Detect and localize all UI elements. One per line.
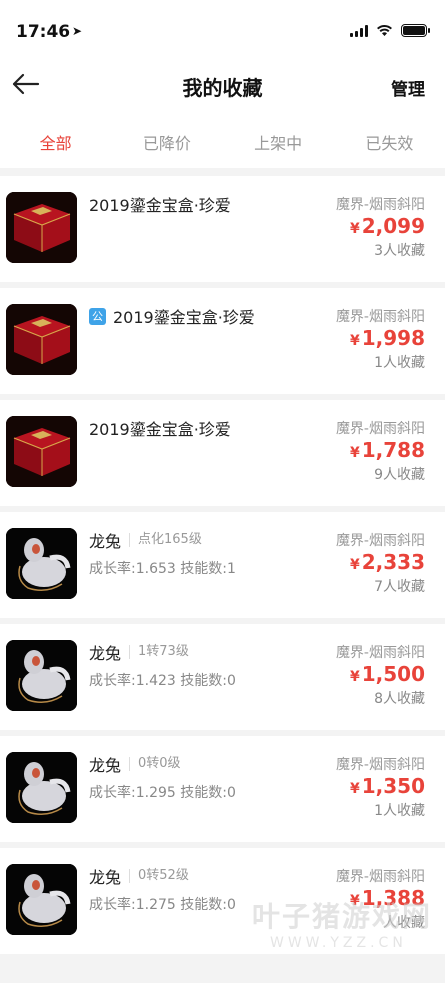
item-name: 2019鎏金宝盒·珍爱 [89, 196, 231, 215]
favorite-item[interactable]: 龙兔 点化165级 成长率:1.653 技能数:1 魔界-烟雨斜阳 ¥2,333… [0, 512, 445, 618]
price-value: 1,350 [361, 774, 425, 798]
currency-symbol: ¥ [349, 445, 360, 461]
favorite-item[interactable]: 公 2019鎏金宝盒·珍爱 魔界-烟雨斜阳 ¥1,998 1人收藏 [0, 288, 445, 394]
favorite-count: 8人收藏 [374, 691, 425, 707]
pet-image [6, 528, 77, 599]
treasure-box-image [6, 192, 77, 263]
favorite-count: 7人收藏 [374, 579, 425, 595]
item-title-row: 龙兔 点化165级 [89, 528, 202, 552]
treasure-box-image [6, 304, 77, 375]
status-indicators [350, 24, 430, 37]
item-attributes: 成长率:1.295 技能数:0 [89, 785, 236, 801]
item-level: 0转52级 [129, 869, 189, 883]
currency-symbol: ¥ [349, 669, 360, 685]
item-title-row: 龙兔 0转52级 [89, 864, 189, 888]
favorite-item[interactable]: 龙兔 0转0级 成长率:1.295 技能数:0 魔界-烟雨斜阳 ¥1,350 1… [0, 736, 445, 842]
currency-symbol: ¥ [349, 557, 360, 573]
item-server: 魔界-烟雨斜阳 [335, 869, 425, 885]
pet-image [6, 640, 77, 711]
price-value: 1,998 [361, 326, 425, 350]
favorite-item[interactable]: 龙兔 1转73级 成长率:1.423 技能数:0 魔界-烟雨斜阳 ¥1,500 … [0, 624, 445, 730]
currency-symbol: ¥ [349, 221, 360, 237]
item-server: 魔界-烟雨斜阳 [335, 309, 425, 325]
item-price: ¥1,500 [350, 662, 425, 686]
item-server: 魔界-烟雨斜阳 [335, 645, 425, 661]
item-name: 龙兔 [89, 532, 122, 551]
item-level: 0转0级 [129, 757, 181, 771]
favorite-count: 1人收藏 [374, 355, 425, 371]
item-level: 点化165级 [129, 533, 202, 547]
favorite-count: 3人收藏 [374, 243, 425, 259]
site-watermark: 叶子猪游戏网 WWW.YZZ.CN [252, 900, 433, 951]
price-value: 2,333 [361, 550, 425, 574]
price-value: 2,099 [361, 214, 425, 238]
price-value: 1,788 [361, 438, 425, 462]
pet-image [6, 864, 77, 935]
location-arrow-icon: ➤ [72, 24, 83, 38]
item-name: 龙兔 [89, 756, 122, 775]
item-name: 龙兔 [89, 644, 122, 663]
item-server: 魔界-烟雨斜阳 [335, 421, 425, 437]
price-value: 1,500 [361, 662, 425, 686]
item-price: ¥1,998 [350, 326, 425, 350]
favorite-count: 9人收藏 [374, 467, 425, 483]
item-price: ¥2,099 [350, 214, 425, 238]
item-title-row: 2019鎏金宝盒·珍爱 [89, 192, 231, 216]
tab-on-sale[interactable]: 上架中 [223, 108, 334, 168]
item-price: ¥1,350 [350, 774, 425, 798]
favorite-item[interactable]: 2019鎏金宝盒·珍爱 魔界-烟雨斜阳 ¥2,099 3人收藏 [0, 176, 445, 282]
item-server: 魔界-烟雨斜阳 [335, 197, 425, 213]
official-badge: 公 [89, 307, 106, 325]
item-attributes: 成长率:1.653 技能数:1 [89, 561, 236, 577]
item-level: 1转73级 [129, 645, 189, 659]
currency-symbol: ¥ [349, 781, 360, 797]
item-price: ¥2,333 [350, 550, 425, 574]
item-title-row: 公 2019鎏金宝盒·珍爱 [89, 304, 255, 328]
battery-icon [401, 24, 430, 37]
navigation-bar: 我的收藏 管理 [0, 62, 445, 108]
page-title: 我的收藏 [182, 76, 263, 100]
favorite-count: 1人收藏 [374, 803, 425, 819]
pet-image [6, 752, 77, 823]
item-title-row: 龙兔 1转73级 [89, 640, 189, 664]
tab-price-dropped[interactable]: 已降价 [111, 108, 222, 168]
item-name: 龙兔 [89, 868, 122, 887]
item-server: 魔界-烟雨斜阳 [335, 533, 425, 549]
treasure-box-image [6, 416, 77, 487]
item-attributes: 成长率:1.275 技能数:0 [89, 897, 236, 913]
signal-icon [350, 24, 368, 37]
status-time: 17:46 [16, 22, 71, 42]
status-bar: 17:46 ➤ [0, 0, 445, 62]
item-name: 2019鎏金宝盒·珍爱 [89, 420, 231, 439]
item-price: ¥1,788 [350, 438, 425, 462]
item-title-row: 2019鎏金宝盒·珍爱 [89, 416, 231, 440]
currency-symbol: ¥ [349, 333, 360, 349]
item-name: 2019鎏金宝盒·珍爱 [113, 308, 255, 327]
item-server: 魔界-烟雨斜阳 [335, 757, 425, 773]
favorite-item[interactable]: 2019鎏金宝盒·珍爱 魔界-烟雨斜阳 ¥1,788 9人收藏 [0, 400, 445, 506]
wifi-icon [377, 24, 392, 36]
tab-expired[interactable]: 已失效 [334, 108, 445, 168]
item-attributes: 成长率:1.423 技能数:0 [89, 673, 236, 689]
filter-tabs: 全部 已降价 上架中 已失效 [0, 108, 445, 168]
item-title-row: 龙兔 0转0级 [89, 752, 181, 776]
manage-button[interactable]: 管理 [391, 75, 425, 100]
tab-all[interactable]: 全部 [0, 108, 111, 168]
